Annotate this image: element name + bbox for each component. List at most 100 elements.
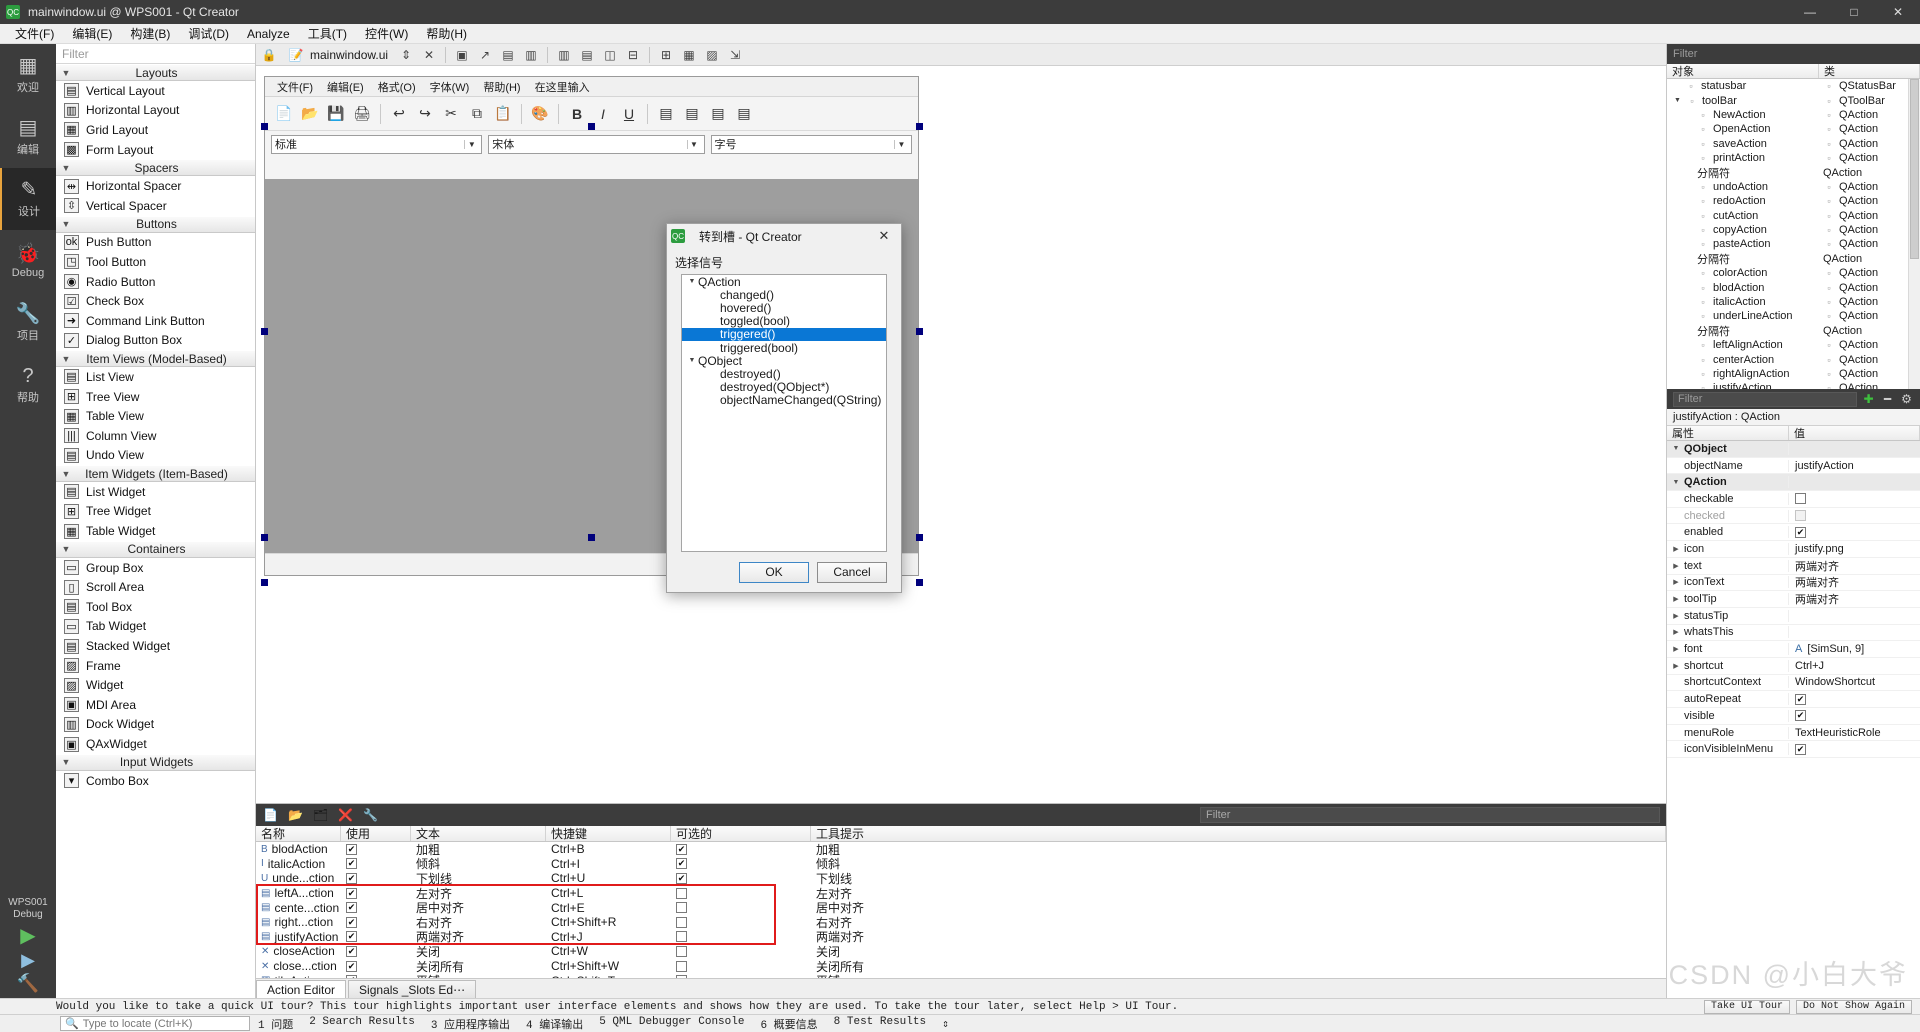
split-selector-icon[interactable]: ⇕ — [397, 46, 415, 64]
property-value-cell[interactable]: WindowShortcut — [1789, 676, 1920, 688]
widget-category-item-views-model-based-[interactable]: ▼Item Views (Model-Based) — [56, 350, 255, 367]
save-icon[interactable]: 💾 — [325, 103, 347, 125]
property-table[interactable]: ▼QObjectobjectNamejustifyAction▼QActionc… — [1667, 441, 1920, 998]
action-checkable-cell[interactable] — [671, 961, 811, 972]
selection-handle[interactable] — [261, 328, 268, 335]
object-row[interactable]: 分隔符QAction — [1667, 165, 1908, 179]
form-menu-1[interactable]: 编辑(E) — [321, 78, 370, 96]
action-column-2[interactable]: 文本 — [411, 826, 546, 841]
delete-action-icon[interactable]: ❌ — [337, 807, 354, 824]
build-button[interactable]: 🔨 — [17, 973, 39, 994]
property-row[interactable]: ▶statusTip — [1667, 608, 1920, 625]
object-name-cell[interactable]: 分隔符 — [1667, 251, 1819, 267]
selection-handle[interactable] — [588, 123, 595, 130]
action-shortcut-cell[interactable]: Ctrl+E — [546, 901, 671, 915]
color-icon[interactable]: 🎨 — [529, 103, 551, 125]
object-name-cell[interactable]: ▫underLineAction — [1667, 310, 1819, 322]
layout-splitter-v-icon[interactable]: ⊟ — [624, 46, 642, 64]
checkable-checkbox[interactable]: ✔ — [676, 873, 687, 884]
widget-item-table-view[interactable]: ▦Table View — [56, 406, 255, 426]
open-action-icon[interactable]: 📂 — [287, 807, 304, 824]
signal-item[interactable]: triggered() — [682, 328, 886, 341]
widget-item-stacked-widget[interactable]: ▤Stacked Widget — [56, 636, 255, 656]
close-editor-icon[interactable]: ✕ — [420, 46, 438, 64]
property-row[interactable]: enabled✔ — [1667, 524, 1920, 541]
align-center-icon[interactable]: ▤ — [681, 103, 703, 125]
output-pane-6[interactable]: 8 Test Results — [826, 1016, 934, 1032]
chevron-down-icon[interactable]: ▼ — [1673, 97, 1682, 104]
mode-Debug[interactable]: 🐞Debug — [0, 230, 56, 292]
checkable-checkbox[interactable]: ✔ — [676, 844, 687, 855]
widget-item-check-box[interactable]: ☑Check Box — [56, 291, 255, 311]
action-checkable-cell[interactable]: ✔ — [671, 844, 811, 855]
widget-category-buttons[interactable]: ▼Buttons — [56, 216, 255, 233]
object-name-cell[interactable]: ▫saveAction — [1667, 138, 1819, 150]
signal-item[interactable]: hovered() — [682, 301, 886, 314]
bottom-tab-1[interactable]: Signals _Slots Ed⋯ — [348, 980, 476, 998]
property-row[interactable]: ▶fontA[SimSun, 9] — [1667, 641, 1920, 658]
form-menu-5[interactable]: 在这里输入 — [529, 78, 596, 96]
action-name-cell[interactable]: Uunde...ction — [256, 871, 341, 885]
checkable-checkbox[interactable] — [676, 961, 687, 972]
widget-item-frame[interactable]: ▨Frame — [56, 656, 255, 676]
property-row[interactable]: checked — [1667, 508, 1920, 525]
property-row[interactable]: visible✔ — [1667, 708, 1920, 725]
chevron-down-icon[interactable]: ▼ — [686, 278, 698, 285]
object-row[interactable]: 分隔符QAction — [1667, 252, 1908, 266]
property-checkbox[interactable]: ✔ — [1795, 527, 1806, 538]
action-row[interactable]: ▤right...ction✔右对齐Ctrl+Shift+R右对齐 — [256, 915, 1666, 930]
widget-item-tab-widget[interactable]: ▭Tab Widget — [56, 617, 255, 637]
chevron-down-icon[interactable]: ▼ — [687, 140, 701, 149]
bold-icon[interactable]: B — [566, 103, 588, 125]
checkable-checkbox[interactable] — [676, 902, 687, 913]
action-row[interactable]: ✕close...ction✔关闭所有Ctrl+Shift+W关闭所有 — [256, 959, 1666, 974]
action-column-0[interactable]: 名称 — [256, 826, 341, 841]
widget-item-grid-layout[interactable]: ▦Grid Layout — [56, 120, 255, 140]
action-name-cell[interactable]: ▤right...ction — [256, 915, 341, 929]
selection-handle[interactable] — [916, 328, 923, 335]
action-checkable-cell[interactable] — [671, 975, 811, 978]
property-value-cell[interactable]: ✔ — [1789, 527, 1920, 538]
object-name-cell[interactable]: ▫undoAction — [1667, 181, 1819, 193]
signal-list[interactable]: ▼QActionchanged()hovered()toggled(bool)t… — [681, 274, 887, 552]
menu-item-0[interactable]: 文件(F) — [6, 23, 63, 44]
selection-handle[interactable] — [261, 123, 268, 130]
action-checkable-cell[interactable] — [671, 888, 811, 899]
widget-category-containers[interactable]: ▼Containers — [56, 541, 255, 558]
property-checkbox[interactable] — [1795, 510, 1806, 521]
action-name-cell[interactable]: ✕close...ction — [256, 959, 341, 973]
menu-item-6[interactable]: 控件(W) — [356, 23, 417, 44]
action-used-cell[interactable]: ✔ — [341, 946, 411, 957]
widget-item-undo-view[interactable]: ▤Undo View — [56, 446, 255, 466]
action-shortcut-cell[interactable]: Ctrl+B — [546, 842, 671, 856]
widget-item-group-box[interactable]: ▭Group Box — [56, 558, 255, 578]
action-checkable-cell[interactable] — [671, 946, 811, 957]
action-used-cell[interactable]: ✔ — [341, 931, 411, 942]
layout-splitter-h-icon[interactable]: ◫ — [601, 46, 619, 64]
object-row[interactable]: ▫OpenAction▫QAction — [1667, 122, 1908, 136]
widget-item-command-link-button[interactable]: ➜Command Link Button — [56, 311, 255, 331]
object-row[interactable]: ▫italicAction▫QAction — [1667, 295, 1908, 309]
edit-widgets-icon[interactable]: ▣ — [453, 46, 471, 64]
edit-tab-order-icon[interactable]: ▥ — [522, 46, 540, 64]
object-name-cell[interactable]: ▫justifyAction — [1667, 382, 1819, 389]
widget-item-dock-widget[interactable]: ▥Dock Widget — [56, 715, 255, 735]
action-row[interactable]: ▤justifyAction✔两端对齐Ctrl+J两端对齐 — [256, 930, 1666, 945]
do-not-show-again-button[interactable]: Do Not Show Again — [1796, 1000, 1912, 1014]
menu-item-3[interactable]: 调试(D) — [179, 23, 238, 44]
mode-欢迎[interactable]: ▦欢迎 — [0, 44, 56, 106]
edit-buddies-icon[interactable]: ▤ — [499, 46, 517, 64]
widget-item-column-view[interactable]: |||Column View — [56, 426, 255, 446]
action-name-cell[interactable]: ▤justifyAction — [256, 930, 341, 944]
property-row[interactable]: iconVisibleInMenu✔ — [1667, 741, 1920, 758]
action-column-1[interactable]: 使用 — [341, 826, 411, 841]
widget-item-list-widget[interactable]: ▤List Widget — [56, 482, 255, 502]
debug-button[interactable]: ▶ — [21, 950, 35, 971]
used-checkbox[interactable]: ✔ — [346, 873, 357, 884]
checkable-checkbox[interactable] — [676, 975, 687, 978]
locator-input[interactable]: 🔍 Type to locate (Ctrl+K) — [60, 1016, 250, 1031]
output-pane-5[interactable]: 6 概要信息 — [752, 1016, 825, 1032]
signal-group[interactable]: ▼QObject — [682, 354, 886, 367]
property-value-cell[interactable] — [1789, 510, 1920, 521]
adjust-size-icon[interactable]: ⇲ — [726, 46, 744, 64]
